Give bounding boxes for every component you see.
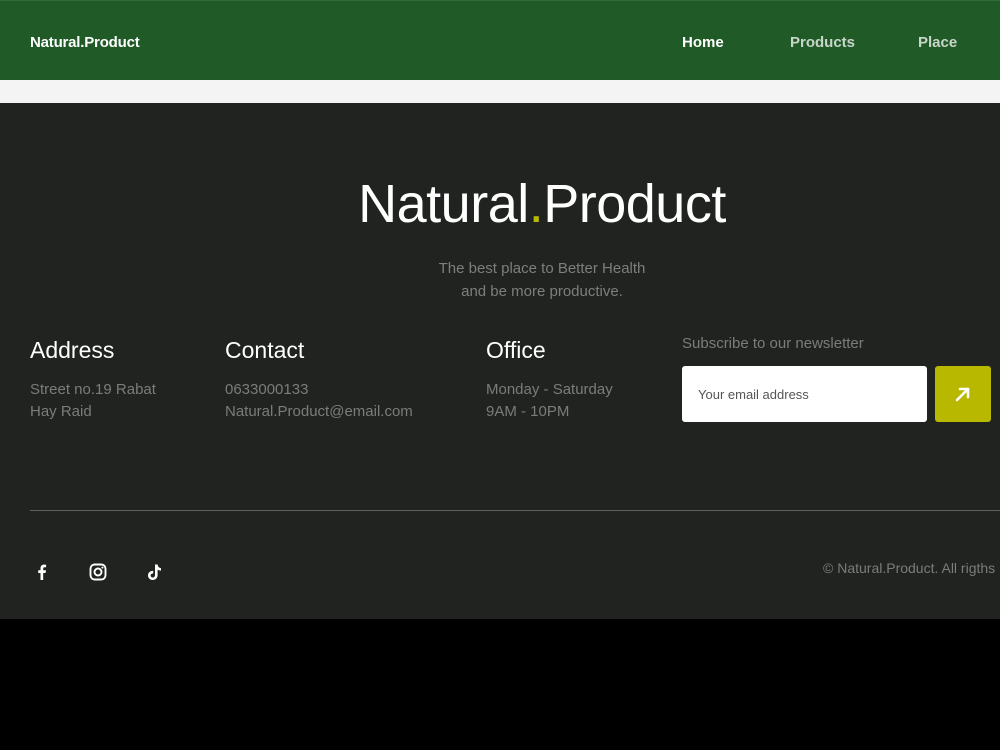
- instagram-link[interactable]: [86, 560, 110, 584]
- address-line-1: Street no.19 Rabat: [30, 381, 156, 398]
- tiktok-icon: [148, 564, 161, 580]
- footer-logo-left: Natural: [358, 174, 529, 234]
- footer-logo-dot: .: [528, 174, 544, 234]
- address-text: Street no.19 Rabat Hay Raid: [30, 379, 156, 423]
- contact-text: 0633000133 Natural.Product@email.com: [225, 379, 413, 423]
- footer-tagline: The best place to Better Health and be m…: [0, 257, 1000, 303]
- office-days: Monday - Saturday: [486, 381, 613, 398]
- content-gap: [0, 80, 1000, 103]
- contact-phone[interactable]: 0633000133: [225, 379, 413, 401]
- contact-title: Contact: [225, 337, 305, 363]
- newsletter-email-input[interactable]: [682, 366, 927, 422]
- top-navbar: Natural.Product Home Products Place: [0, 0, 1000, 80]
- tagline-line-1: The best place to Better Health: [438, 260, 646, 277]
- instagram-icon: [89, 563, 107, 581]
- office-title: Office: [486, 337, 546, 363]
- footer-logo-right: Product: [543, 174, 726, 234]
- arrow-up-right-icon: [955, 387, 970, 402]
- facebook-link[interactable]: [30, 560, 54, 584]
- brand-logo[interactable]: Natural.Product: [30, 34, 140, 51]
- newsletter-label: Subscribe to our newsletter: [682, 335, 864, 352]
- contact-email[interactable]: Natural.Product@email.com: [225, 401, 413, 423]
- facebook-icon: [38, 564, 47, 580]
- address-title: Address: [30, 337, 115, 363]
- footer-logo: Natural.Product: [0, 173, 1000, 235]
- nav-link-home[interactable]: Home: [682, 34, 724, 51]
- office-hours: 9AM - 10PM: [486, 403, 570, 420]
- address-line-2: Hay Raid: [30, 403, 92, 420]
- footer-divider: [30, 510, 1000, 511]
- nav-link-products[interactable]: Products: [790, 34, 855, 51]
- copyright-text: © Natural.Product. All rigths: [823, 560, 996, 576]
- office-text: Monday - Saturday 9AM - 10PM: [486, 379, 613, 423]
- tagline-line-2: and be more productive.: [461, 283, 623, 300]
- nav-link-place[interactable]: Place: [918, 34, 957, 51]
- tiktok-link[interactable]: [142, 560, 166, 584]
- subscribe-button[interactable]: [935, 366, 991, 422]
- footer: Natural.Product The best place to Better…: [0, 103, 1000, 619]
